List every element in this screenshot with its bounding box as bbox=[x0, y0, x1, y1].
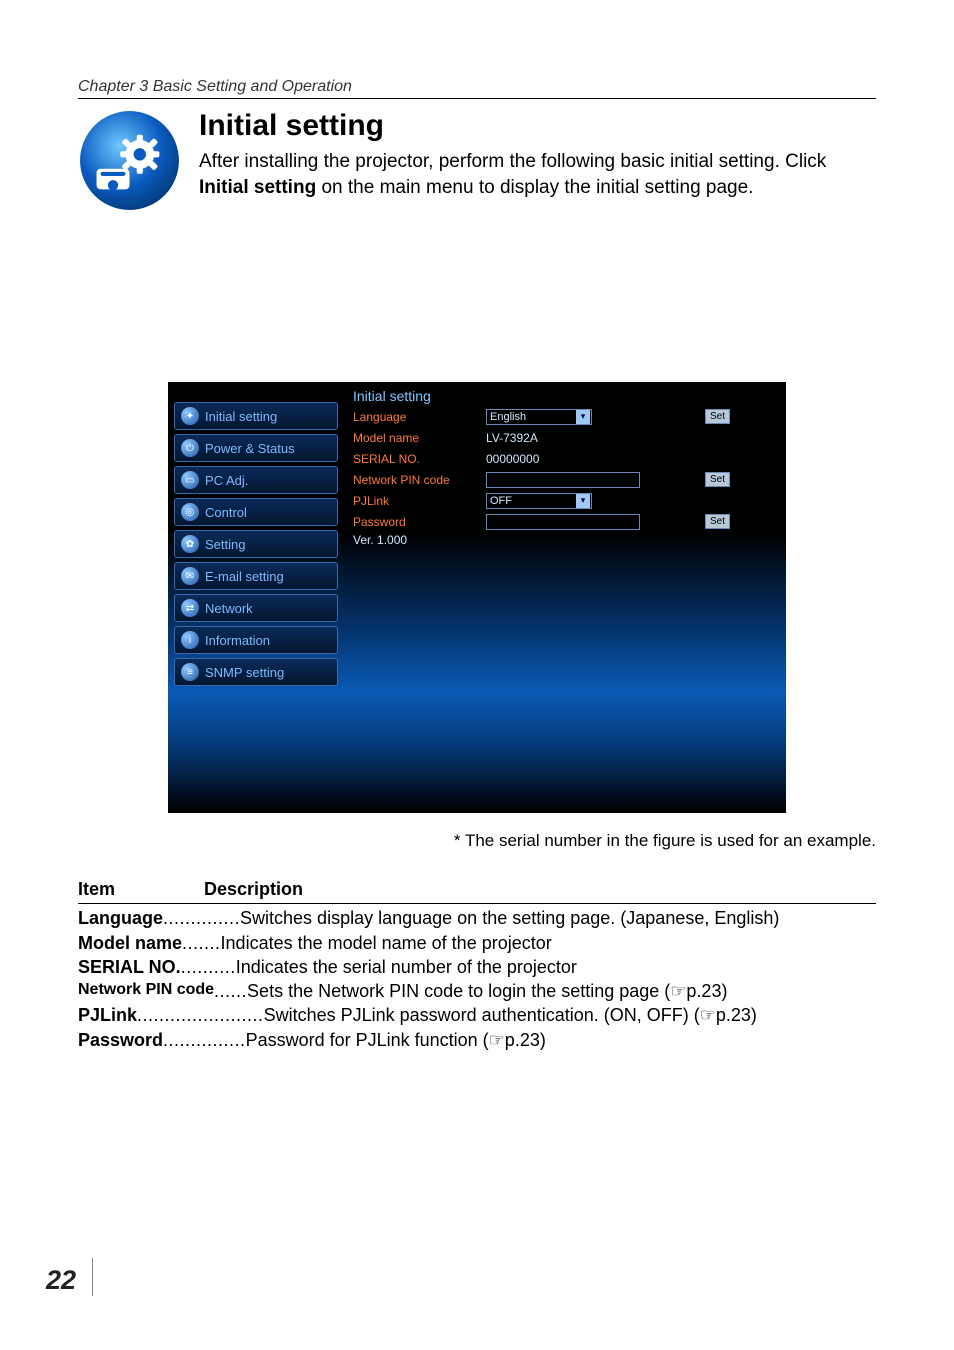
label-password: Password bbox=[350, 515, 486, 529]
term: PJLink bbox=[78, 1003, 137, 1027]
select-pjlink[interactable]: OFF ▾ bbox=[486, 493, 592, 509]
nav-label: SNMP setting bbox=[205, 665, 284, 680]
set-button-password[interactable]: Set bbox=[705, 514, 730, 529]
label-model-name: Model name bbox=[350, 431, 486, 445]
select-language[interactable]: English ▾ bbox=[486, 409, 592, 425]
intro-before: After installing the projector, perform … bbox=[199, 151, 826, 172]
page-number: 22 bbox=[46, 1265, 76, 1296]
dots: .............. bbox=[163, 906, 240, 930]
row-pin-code: Network PIN code Set bbox=[350, 470, 780, 489]
table-row: PJLink.......................Switches PJ… bbox=[78, 1003, 876, 1027]
nav-label: Initial setting bbox=[205, 409, 277, 424]
page-title: Initial setting bbox=[199, 109, 876, 143]
label-language: Language bbox=[350, 410, 486, 424]
model-name-value: LV-7392A bbox=[486, 431, 538, 445]
chevron-down-icon: ▾ bbox=[576, 410, 590, 424]
description: Switches PJLink password authentication.… bbox=[264, 1003, 757, 1027]
description: Indicates the model name of the projecto… bbox=[221, 931, 552, 955]
header-description: Description bbox=[204, 877, 303, 901]
intro-after: on the main menu to display the initial … bbox=[316, 177, 753, 198]
set-button-pin[interactable]: Set bbox=[705, 472, 730, 487]
nav-control[interactable]: ◎ Control bbox=[174, 498, 338, 526]
dots: ....... bbox=[182, 931, 221, 955]
dots: ............... bbox=[163, 1028, 246, 1052]
row-pjlink: PJLink OFF ▾ bbox=[350, 491, 780, 510]
version-text: Ver. 1.000 bbox=[350, 533, 780, 547]
nav-label: Information bbox=[205, 633, 270, 648]
nav-information[interactable]: i Information bbox=[174, 626, 338, 654]
table-row: Network PIN code ......Sets the Network … bbox=[78, 979, 876, 1003]
pc-nav-icon: ▭ bbox=[181, 471, 199, 489]
set-button-language[interactable]: Set bbox=[705, 409, 730, 424]
description: Sets the Network PIN code to login the s… bbox=[247, 979, 727, 1003]
chevron-down-icon: ▾ bbox=[576, 494, 590, 508]
settings-screenshot: ✦ Initial setting ⏻ Power & Status ▭ PC Adj… bbox=[168, 382, 786, 813]
description: Switches display language on the setting… bbox=[240, 906, 779, 930]
row-language: Language English ▾ Set bbox=[350, 407, 780, 426]
nav-network[interactable]: ⇄ Network bbox=[174, 594, 338, 622]
nav-power-status[interactable]: ⏻ Power & Status bbox=[174, 434, 338, 462]
label-serial-no: SERIAL NO. bbox=[350, 452, 486, 466]
nav-label: Network bbox=[205, 601, 253, 616]
table-row: Language..............Switches display l… bbox=[78, 906, 876, 930]
nav-snmp[interactable]: ≡ SNMP setting bbox=[174, 658, 338, 686]
mail-nav-icon: ✉ bbox=[181, 567, 199, 585]
nav-label: PC Adj. bbox=[205, 473, 248, 488]
intro-text: After installing the projector, perform … bbox=[199, 149, 876, 200]
settings-panel: Initial setting Language English ▾ Set M… bbox=[344, 382, 786, 813]
table-row: Password...............Password for PJLi… bbox=[78, 1028, 876, 1052]
term: Network PIN code bbox=[78, 979, 214, 1003]
row-model-name: Model name LV-7392A bbox=[350, 428, 780, 447]
table-row: SERIAL NO. ..........Indicates the seria… bbox=[78, 955, 876, 979]
nav-pc-adj[interactable]: ▭ PC Adj. bbox=[174, 466, 338, 494]
row-password: Password Set bbox=[350, 512, 780, 531]
chapter-header: Chapter 3 Basic Setting and Operation bbox=[78, 78, 876, 96]
gear-nav-icon: ✦ bbox=[181, 407, 199, 425]
select-value: English bbox=[490, 411, 526, 423]
input-pin-code[interactable] bbox=[486, 472, 640, 488]
term: SERIAL NO. bbox=[78, 955, 181, 979]
description-table: Item Description Language..............S… bbox=[78, 877, 876, 1052]
dots: .......... bbox=[181, 955, 236, 979]
nav-label: Control bbox=[205, 505, 247, 520]
nav-initial-setting[interactable]: ✦ Initial setting bbox=[174, 402, 338, 430]
term: Language bbox=[78, 906, 163, 930]
dots: ...... bbox=[214, 979, 247, 1003]
description: Password for PJLink function (☞p.23) bbox=[246, 1028, 546, 1052]
network-nav-icon: ⇄ bbox=[181, 599, 199, 617]
row-serial-no: SERIAL NO. 00000000 bbox=[350, 449, 780, 468]
setting-nav-icon: ✿ bbox=[181, 535, 199, 553]
nav-email[interactable]: ✉ E-mail setting bbox=[174, 562, 338, 590]
gear-icon bbox=[78, 109, 181, 212]
nav-setting[interactable]: ✿ Setting bbox=[174, 530, 338, 558]
sidebar-nav: ✦ Initial setting ⏻ Power & Status ▭ PC Adj… bbox=[168, 382, 344, 813]
input-password[interactable] bbox=[486, 514, 640, 530]
label-pjlink: PJLink bbox=[350, 494, 486, 508]
term: Model name bbox=[78, 931, 182, 955]
nav-label: Power & Status bbox=[205, 441, 295, 456]
page-number-divider bbox=[92, 1258, 93, 1296]
header-item: Item bbox=[78, 877, 204, 901]
intro-bold: Initial setting bbox=[199, 177, 316, 198]
snmp-nav-icon: ≡ bbox=[181, 663, 199, 681]
serial-no-value: 00000000 bbox=[486, 452, 539, 466]
description: Indicates the serial number of the proje… bbox=[236, 955, 577, 979]
dots: ....................... bbox=[137, 1003, 264, 1027]
term: Password bbox=[78, 1028, 163, 1052]
header-rule bbox=[78, 98, 876, 99]
power-nav-icon: ⏻ bbox=[181, 439, 199, 457]
info-nav-icon: i bbox=[181, 631, 199, 649]
control-nav-icon: ◎ bbox=[181, 503, 199, 521]
select-value: OFF bbox=[490, 495, 512, 507]
nav-label: E-mail setting bbox=[205, 569, 284, 584]
panel-title: Initial setting bbox=[350, 388, 780, 404]
label-pin-code: Network PIN code bbox=[350, 473, 486, 487]
table-row: Model name .......Indicates the model na… bbox=[78, 931, 876, 955]
figure-caption: * The serial number in the figure is use… bbox=[0, 831, 876, 851]
nav-label: Setting bbox=[205, 537, 245, 552]
